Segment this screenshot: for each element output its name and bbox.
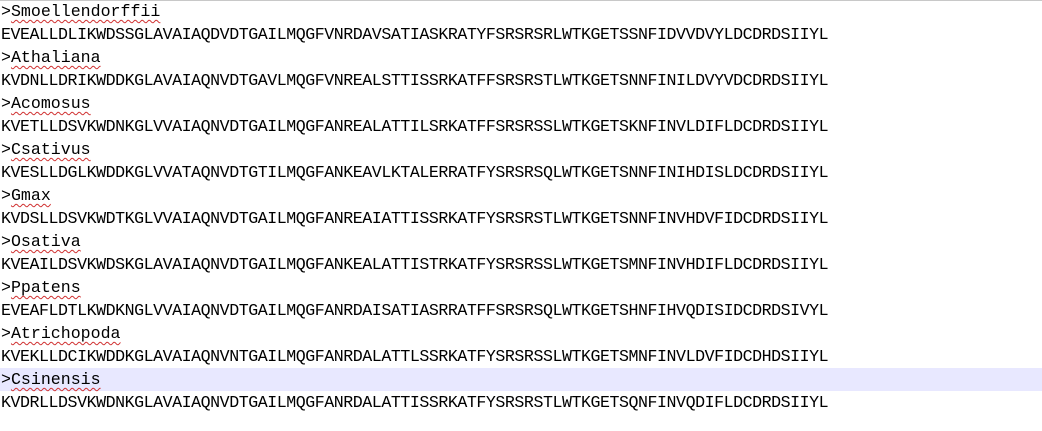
species-name: Smoellendorffii bbox=[10, 2, 161, 21]
species-name: Ppatens bbox=[10, 278, 81, 297]
fasta-header-line[interactable]: >Atrichopoda bbox=[0, 322, 1042, 345]
sequence-line[interactable]: KVDRLLDSVKWDNKGLAVAIAQNVDTGAILMQGFANRDAL… bbox=[0, 391, 1042, 414]
sequence-line[interactable]: KVEAILDSVKWDSKGLAVAIAQNVDTGAILMQGFANKEAL… bbox=[0, 253, 1042, 276]
header-prefix: > bbox=[1, 370, 11, 389]
species-name: Acomosus bbox=[10, 94, 91, 113]
fasta-header-line-current[interactable]: >Csinensis bbox=[0, 368, 1042, 391]
header-prefix: > bbox=[1, 48, 11, 67]
sequence-line[interactable]: KVEKLLDCIKWDDKGLAVAIAQNVNTGAILMQGFANRDAL… bbox=[0, 345, 1042, 368]
header-prefix: > bbox=[1, 186, 11, 205]
header-prefix: > bbox=[1, 94, 11, 113]
sequence-line[interactable]: EVEAFLDTLKWDKNGLVVAIAQNVDTGAILMQGFANRDAI… bbox=[0, 299, 1042, 322]
species-name: Osativa bbox=[10, 232, 81, 251]
fasta-header-line[interactable]: >Gmax bbox=[0, 184, 1042, 207]
species-name: Gmax bbox=[10, 186, 51, 205]
header-prefix: > bbox=[1, 278, 11, 297]
sequence-line[interactable]: KVDNLLDRIKWDDKGLAVAIAQNVDTGAVLMQGFVNREAL… bbox=[0, 69, 1042, 92]
fasta-header-line[interactable]: >Csativus bbox=[0, 138, 1042, 161]
sequence-line[interactable]: KVESLLDGLKWDDKGLVVATAQNVDTGTILMQGFANKEAV… bbox=[0, 161, 1042, 184]
fasta-header-line[interactable]: >Athaliana bbox=[0, 46, 1042, 69]
sequence-line[interactable]: KVDSLLDSVKWDTKGLVVAIAQNVDTGAILMQGFANREAI… bbox=[0, 207, 1042, 230]
header-prefix: > bbox=[1, 324, 11, 343]
sequence-line[interactable]: KVETLLDSVKWDNKGLVVAIAQNVDTGAILMQGFANREAL… bbox=[0, 115, 1042, 138]
fasta-header-line[interactable]: >Osativa bbox=[0, 230, 1042, 253]
header-prefix: > bbox=[1, 2, 11, 21]
fasta-header-line[interactable]: >Ppatens bbox=[0, 276, 1042, 299]
header-prefix: > bbox=[1, 232, 11, 251]
species-name: Athaliana bbox=[10, 48, 101, 67]
text-editor[interactable]: >Smoellendorffii EVEALLDLIKWDSSGLAVAIAQD… bbox=[0, 0, 1042, 431]
fasta-header-line[interactable]: >Smoellendorffii bbox=[0, 0, 1042, 23]
species-name: Csativus bbox=[10, 140, 91, 159]
sequence-line[interactable]: EVEALLDLIKWDSSGLAVAIAQDVDTGAILMQGFVNRDAV… bbox=[0, 23, 1042, 46]
species-name: Csinensis bbox=[10, 370, 101, 389]
species-name: Atrichopoda bbox=[10, 324, 121, 343]
header-prefix: > bbox=[1, 140, 11, 159]
fasta-header-line[interactable]: >Acomosus bbox=[0, 92, 1042, 115]
